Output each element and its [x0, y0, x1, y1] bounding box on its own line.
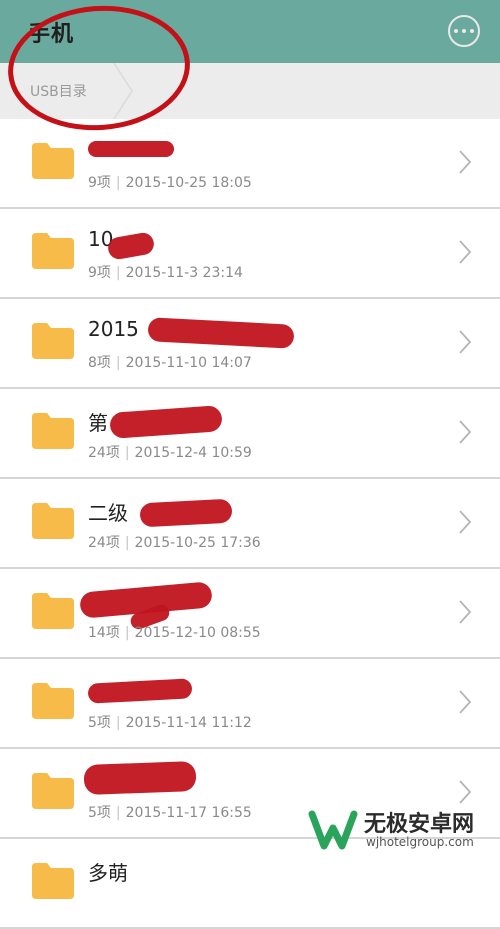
red-scribble [109, 405, 223, 439]
chevron-right-icon [459, 240, 472, 264]
chevron-right-icon [459, 330, 472, 354]
watermark-url: wjhotelgroup.com [366, 835, 474, 849]
folder-icon [32, 413, 74, 449]
modified-date: 2015-10-25 18:05 [125, 175, 252, 191]
chevron-right-icon [459, 690, 472, 714]
folder-icon [32, 323, 74, 359]
item-count: 5项 [88, 805, 111, 821]
folder-icon [32, 503, 74, 539]
modified-date: 2015-11-3 23:14 [125, 265, 243, 281]
item-count: 14项 [88, 625, 120, 641]
modified-date: 2015-12-4 10:59 [134, 445, 252, 461]
folder-meta: 8项 | 2015-11-10 14:07 [88, 352, 252, 372]
folder-meta: 9项 | 2015-11-3 23:14 [88, 262, 243, 282]
red-scribble [147, 317, 295, 349]
chevron-right-icon [459, 510, 472, 534]
item-count: 5项 [88, 715, 111, 731]
modified-date: 2015-10-25 17:36 [134, 535, 261, 551]
modified-date: 2015-12-10 08:55 [134, 625, 261, 641]
folder-meta: 9项 | 2015-10-25 18:05 [88, 172, 252, 192]
folder-meta: 24项 | 2015-12-4 10:59 [88, 442, 252, 462]
meta-separator: | [115, 355, 121, 371]
item-count: 9项 [88, 265, 111, 281]
modified-date: 2015-11-14 11:12 [125, 715, 252, 731]
modified-date: 2015-11-17 16:55 [125, 805, 252, 821]
more-horizontal-icon [454, 29, 458, 33]
list-item[interactable]: 14项 | 2015-12-10 08:55 [0, 569, 500, 659]
folder-icon [32, 233, 74, 269]
item-count: 8项 [88, 355, 111, 371]
meta-separator: | [124, 625, 130, 641]
watermark-brand: 无极安卓网 [364, 812, 475, 837]
list-item[interactable]: 5项 | 2015-11-14 11:12 [0, 659, 500, 749]
more-dot [462, 29, 466, 33]
item-count: 9项 [88, 175, 111, 191]
red-scribble [87, 678, 193, 704]
folder-icon [32, 593, 74, 629]
meta-separator: | [124, 445, 130, 461]
chevron-right-icon [459, 600, 472, 624]
meta-separator: | [115, 265, 121, 281]
folder-name: 二级 [88, 501, 128, 525]
more-dot [470, 29, 474, 33]
folder-icon [32, 143, 74, 179]
list-item[interactable]: 10 9项 | 2015-11-3 23:14 [0, 209, 500, 299]
red-scribble [88, 141, 174, 157]
watermark: 无极安卓网 wjhotelgroup.com [306, 802, 492, 856]
list-item[interactable]: 2015 8项 | 2015-11-10 14:07 [0, 299, 500, 389]
meta-separator: | [115, 175, 121, 191]
red-scribble [106, 231, 156, 261]
item-count: 24项 [88, 535, 120, 551]
folder-meta: 24项 | 2015-10-25 17:36 [88, 532, 261, 552]
more-options-button[interactable] [448, 15, 480, 47]
folder-name: 第 [88, 411, 108, 435]
modified-date: 2015-11-10 14:07 [125, 355, 252, 371]
folder-icon [32, 863, 74, 899]
meta-separator: | [115, 715, 121, 731]
folder-icon [32, 683, 74, 719]
chevron-right-icon [459, 150, 472, 174]
folder-meta: 5项 | 2015-11-17 16:55 [88, 802, 252, 822]
list-item[interactable]: 第 24项 | 2015-12-4 10:59 [0, 389, 500, 479]
red-scribble [83, 761, 197, 795]
chevron-right-icon [459, 420, 472, 444]
folder-meta: 5项 | 2015-11-14 11:12 [88, 712, 252, 732]
meta-separator: | [115, 805, 121, 821]
folder-meta: 14项 | 2015-12-10 08:55 [88, 622, 261, 642]
list-item[interactable]: 二级 24项 | 2015-10-25 17:36 [0, 479, 500, 569]
folder-name: 多萌 [88, 861, 128, 885]
folder-name: 2015 [88, 317, 139, 341]
red-scribble [139, 498, 233, 528]
item-count: 24项 [88, 445, 120, 461]
list-item[interactable]: 9项 | 2015-10-25 18:05 [0, 119, 500, 209]
folder-icon [32, 773, 74, 809]
watermark-logo-icon [308, 810, 358, 850]
meta-separator: | [124, 535, 130, 551]
